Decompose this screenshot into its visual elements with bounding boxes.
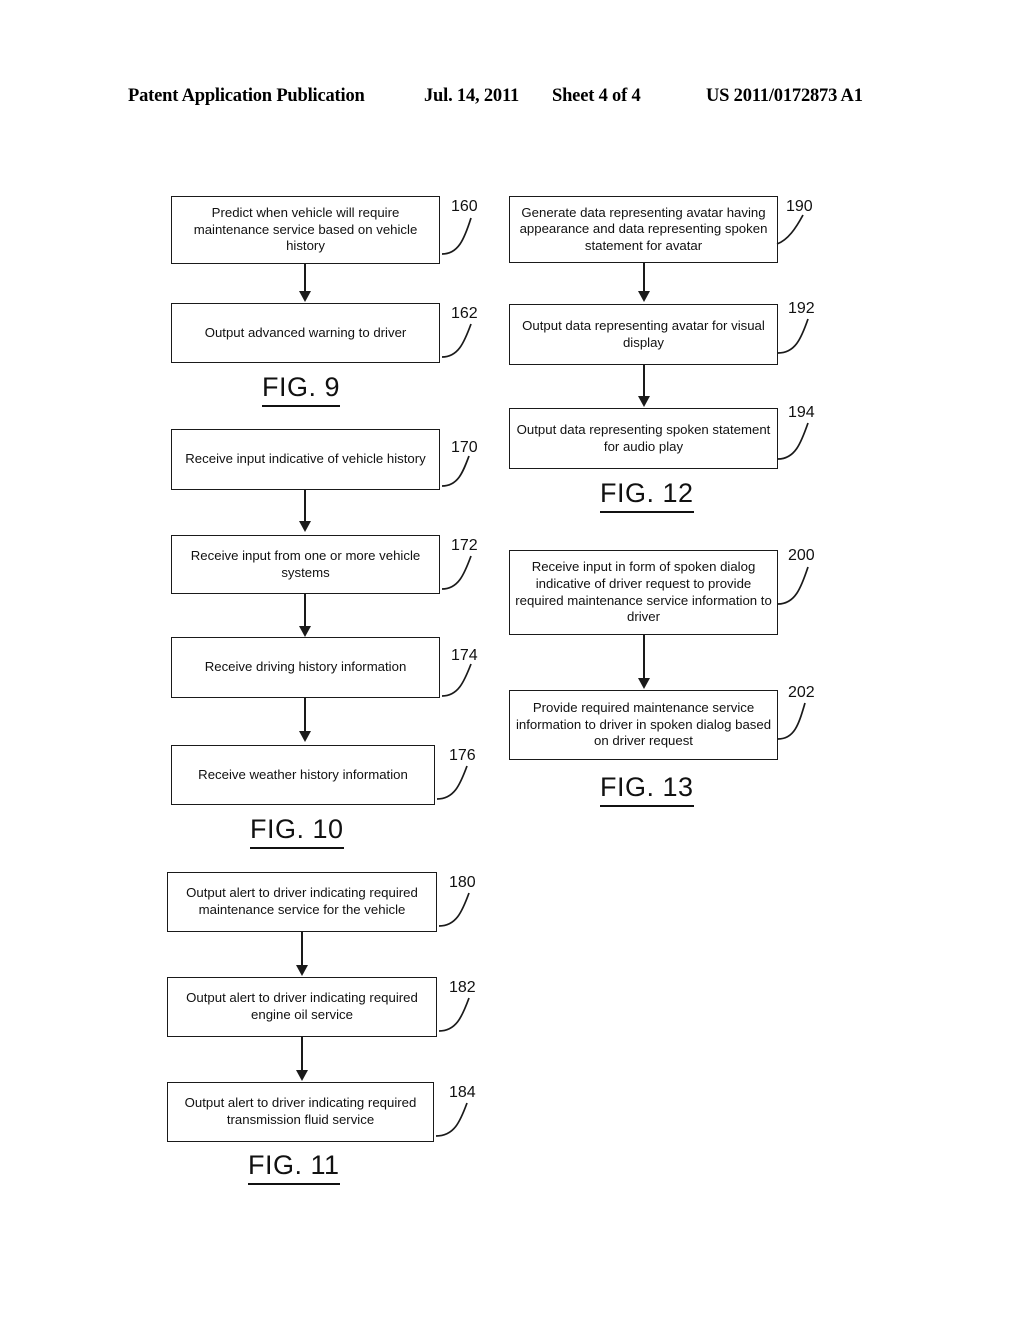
leader-line-194 [777, 422, 809, 460]
figure-caption-9-text: FIG. 9 [262, 372, 341, 407]
flowchart-step-162: Output advanced warning to driver [171, 303, 440, 363]
patent-drawing-sheet: Predict when vehicle will require mainte… [0, 0, 1024, 1320]
leader-line-176 [436, 765, 468, 800]
connector-182-184 [301, 1037, 303, 1071]
arrowhead-190-192 [637, 291, 650, 302]
flowchart-step-192: Output data representing avatar for visu… [509, 304, 778, 365]
leader-line-184 [435, 1102, 468, 1137]
connector-190-192 [643, 263, 645, 292]
figure-caption-13: FIG. 13 [600, 772, 694, 807]
flowchart-step-172: Receive input from one or more vehicle s… [171, 535, 440, 594]
connector-200-202 [643, 635, 645, 679]
arrowhead-170-172 [298, 521, 311, 532]
leader-line-182 [438, 997, 470, 1032]
flowchart-step-202: Provide required maintenance service inf… [509, 690, 778, 760]
figure-caption-11-text: FIG. 11 [248, 1150, 340, 1185]
connector-172-174 [304, 594, 306, 627]
step-text: Predict when vehicle will require mainte… [193, 205, 418, 254]
connector-180-182 [301, 932, 303, 966]
connector-174-176 [304, 698, 306, 732]
step-text: Output data representing spoken statemen… [516, 421, 771, 454]
figure-caption-12-text: FIG. 12 [600, 478, 694, 513]
leader-line-190 [776, 214, 804, 245]
arrowhead-180-182 [295, 965, 308, 976]
arrowhead-192-194 [637, 396, 650, 407]
leader-line-192 [777, 318, 809, 354]
flowchart-step-182: Output alert to driver indicating requir… [167, 977, 437, 1037]
arrowhead-182-184 [295, 1070, 308, 1081]
connector-170-172 [304, 490, 306, 522]
flowchart-step-194: Output data representing spoken statemen… [509, 408, 778, 469]
figure-caption-10-text: FIG. 10 [250, 814, 344, 849]
figure-caption-11: FIG. 11 [248, 1150, 340, 1185]
step-text: Receive input in form of spoken dialog i… [515, 559, 772, 625]
flowchart-step-184: Output alert to driver indicating requir… [167, 1082, 434, 1142]
connector-160-162 [304, 264, 306, 292]
flowchart-step-180: Output alert to driver indicating requir… [167, 872, 437, 932]
step-text: Output alert to driver indicating requir… [184, 1095, 417, 1127]
leader-line-162 [441, 323, 472, 358]
leader-line-170 [441, 455, 470, 487]
flowchart-step-200: Receive input in form of spoken dialog i… [509, 550, 778, 635]
step-text: Receive driving history information [204, 659, 407, 675]
connector-192-194 [643, 365, 645, 397]
step-text: Output alert to driver indicating requir… [186, 885, 418, 917]
flowchart-step-190: Generate data representing avatar having… [509, 196, 778, 263]
figure-caption-12: FIG. 12 [600, 478, 694, 513]
arrowhead-172-174 [298, 626, 311, 637]
step-text: Generate data representing avatar having… [519, 204, 768, 253]
arrowhead-200-202 [637, 678, 650, 689]
leader-line-160 [441, 217, 472, 255]
leader-line-180 [438, 892, 470, 927]
figure-caption-9: FIG. 9 [262, 372, 341, 407]
step-text: Receive input indicative of vehicle hist… [185, 451, 426, 467]
leader-line-202 [777, 702, 806, 740]
figure-caption-13-text: FIG. 13 [600, 772, 694, 807]
step-text: Output alert to driver indicating requir… [186, 990, 418, 1022]
flowchart-step-170: Receive input indicative of vehicle hist… [171, 429, 440, 490]
step-text: Receive weather history information [198, 766, 408, 782]
leader-line-200 [777, 566, 809, 605]
step-text: Provide required maintenance service inf… [515, 700, 772, 749]
step-text: Receive input from one or more vehicle s… [190, 547, 421, 580]
step-text: Output advanced warning to driver [204, 324, 407, 340]
figure-caption-10: FIG. 10 [250, 814, 344, 849]
leader-line-172 [441, 555, 472, 590]
arrowhead-174-176 [298, 731, 311, 742]
flowchart-step-174: Receive driving history information [171, 637, 440, 698]
arrowhead-160-162 [298, 291, 311, 302]
flowchart-step-176: Receive weather history information [171, 745, 435, 805]
flowchart-step-160: Predict when vehicle will require mainte… [171, 196, 440, 264]
leader-line-174 [441, 663, 472, 697]
step-text: Output data representing avatar for visu… [522, 317, 765, 350]
